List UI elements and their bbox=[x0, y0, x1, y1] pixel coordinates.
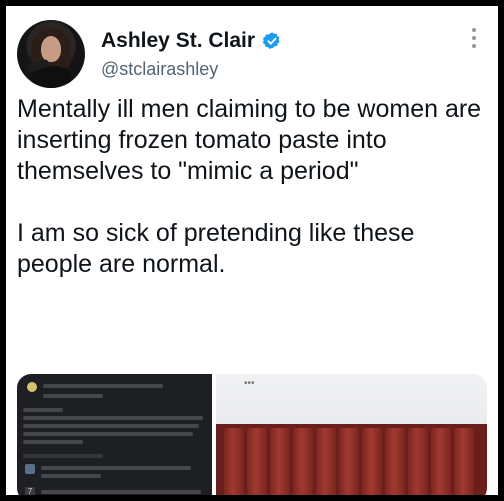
forum-text-line bbox=[41, 490, 201, 494]
media-grid: 7 ••• bbox=[17, 374, 487, 495]
forum-text-line bbox=[41, 474, 101, 478]
forum-title-line bbox=[43, 384, 163, 388]
name-row: Ashley St. Clair bbox=[101, 29, 282, 53]
user-handle[interactable]: @stclairashley bbox=[101, 59, 218, 80]
forum-avatar-icon bbox=[27, 382, 37, 392]
paste-stick bbox=[454, 428, 474, 495]
forum-divider-line bbox=[23, 454, 103, 458]
avatar-face bbox=[41, 36, 61, 62]
verified-badge-icon bbox=[262, 32, 280, 49]
more-options-icon[interactable] bbox=[472, 28, 476, 50]
forum-text-line bbox=[41, 466, 191, 470]
paste-stick bbox=[316, 428, 336, 495]
paste-stick bbox=[385, 428, 405, 495]
paste-stick bbox=[362, 428, 382, 495]
media-image-right[interactable]: ••• bbox=[216, 374, 487, 495]
tweet-text: Mentally ill men claiming to be women ar… bbox=[17, 95, 482, 278]
paste-stick bbox=[408, 428, 428, 495]
tweet-card: Ashley St. Clair @stclairashley Mentally… bbox=[6, 6, 498, 495]
forum-text-line bbox=[23, 432, 193, 436]
forum-meta-line bbox=[43, 394, 103, 398]
forum-row-number: 7 bbox=[25, 487, 35, 495]
forum-text-line bbox=[23, 416, 203, 420]
forum-row-icon bbox=[25, 464, 35, 474]
paste-stick bbox=[431, 428, 451, 495]
paste-stick bbox=[293, 428, 313, 495]
media-image-left[interactable]: 7 bbox=[17, 374, 212, 495]
paste-stick bbox=[224, 428, 244, 495]
avatar[interactable] bbox=[17, 20, 85, 88]
paste-stick bbox=[247, 428, 267, 495]
forum-text-line bbox=[23, 424, 199, 428]
paste-stick bbox=[339, 428, 359, 495]
display-name[interactable]: Ashley St. Clair bbox=[101, 29, 255, 53]
photo-ellipsis: ••• bbox=[244, 378, 255, 389]
paste-stick bbox=[270, 428, 290, 495]
forum-text-line bbox=[23, 408, 63, 412]
forum-text-line bbox=[23, 440, 83, 444]
